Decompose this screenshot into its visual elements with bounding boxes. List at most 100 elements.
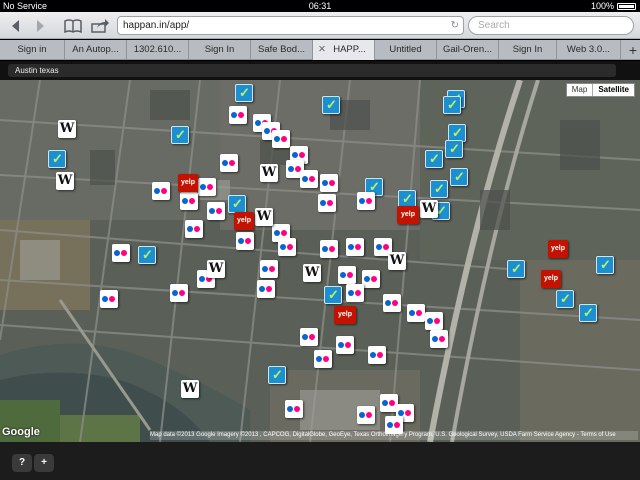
forward-button[interactable]: [30, 15, 52, 36]
wikipedia-marker[interactable]: W: [260, 164, 278, 182]
foursquare-marker[interactable]: [556, 290, 574, 308]
browser-toolbar: happan.in/app/ ↻ Search: [0, 12, 640, 39]
google-logo: Google: [2, 426, 40, 438]
location-text: Austin texas: [15, 66, 59, 75]
yelp-marker[interactable]: yelp: [397, 206, 419, 224]
close-tab-icon[interactable]: ✕: [318, 40, 326, 60]
tab-4[interactable]: Safe Bod...: [251, 40, 313, 60]
flickr-marker[interactable]: [220, 154, 238, 172]
help-button[interactable]: ?: [12, 454, 32, 472]
flickr-marker[interactable]: [346, 284, 364, 302]
tab-7[interactable]: Gail-Oren...: [437, 40, 499, 60]
url-text: happan.in/app/: [123, 20, 190, 31]
wikipedia-marker[interactable]: W: [207, 260, 225, 278]
wikipedia-marker[interactable]: W: [255, 208, 273, 226]
wikipedia-marker[interactable]: W: [303, 264, 321, 282]
foursquare-marker[interactable]: [430, 180, 448, 198]
flickr-marker[interactable]: [112, 244, 130, 262]
foursquare-marker[interactable]: [268, 366, 286, 384]
foursquare-marker[interactable]: [450, 168, 468, 186]
foursquare-marker[interactable]: [324, 286, 342, 304]
flickr-marker[interactable]: [320, 174, 338, 192]
foursquare-marker[interactable]: [596, 256, 614, 274]
flickr-marker[interactable]: [346, 238, 364, 256]
flickr-marker[interactable]: [336, 336, 354, 354]
tab-6[interactable]: Untitled: [375, 40, 437, 60]
flickr-marker[interactable]: [300, 170, 318, 188]
tab-9[interactable]: Web 3.0...: [557, 40, 621, 60]
foursquare-marker[interactable]: [322, 96, 340, 114]
flickr-marker[interactable]: [300, 328, 318, 346]
wikipedia-marker[interactable]: W: [181, 380, 199, 398]
flickr-marker[interactable]: [314, 350, 332, 368]
yelp-marker[interactable]: yelp: [234, 212, 254, 230]
yelp-marker[interactable]: yelp: [548, 240, 568, 258]
flickr-marker[interactable]: [180, 192, 198, 210]
flickr-marker[interactable]: [198, 178, 216, 196]
yelp-marker[interactable]: yelp: [541, 270, 561, 288]
flickr-marker[interactable]: [357, 406, 375, 424]
satellite-map[interactable]: W W W W W W W W W yelp yelp yelp yelp ye…: [0, 80, 640, 442]
flickr-marker[interactable]: [229, 106, 247, 124]
share-button[interactable]: [88, 15, 112, 36]
search-input[interactable]: Search: [468, 16, 634, 35]
wikipedia-marker[interactable]: W: [420, 200, 438, 218]
tab-3[interactable]: Sign In: [189, 40, 251, 60]
foursquare-marker[interactable]: [579, 304, 597, 322]
share-icon: [91, 19, 109, 33]
foursquare-marker[interactable]: [138, 246, 156, 264]
yelp-marker[interactable]: yelp: [178, 174, 198, 192]
new-tab-button[interactable]: +: [629, 40, 637, 60]
wikipedia-marker[interactable]: W: [58, 120, 76, 138]
flickr-marker[interactable]: [338, 266, 356, 284]
yelp-marker[interactable]: yelp: [334, 306, 356, 324]
foursquare-marker[interactable]: [507, 260, 525, 278]
foursquare-marker[interactable]: [443, 96, 461, 114]
reload-icon[interactable]: ↻: [451, 17, 459, 34]
flickr-marker[interactable]: [383, 294, 401, 312]
foursquare-marker[interactable]: [235, 84, 253, 102]
foursquare-marker[interactable]: [228, 195, 246, 213]
flickr-marker[interactable]: [100, 290, 118, 308]
flickr-marker[interactable]: [285, 400, 303, 418]
foursquare-marker[interactable]: [48, 150, 66, 168]
battery-icon: [617, 3, 636, 10]
tab-0[interactable]: Sign in: [0, 40, 65, 60]
flickr-marker[interactable]: [278, 238, 296, 256]
flickr-marker[interactable]: [368, 346, 386, 364]
status-bar: No Service 06:31 100%: [0, 0, 640, 12]
foursquare-marker[interactable]: [171, 126, 189, 144]
flickr-marker[interactable]: [260, 260, 278, 278]
tab-8[interactable]: Sign In: [499, 40, 557, 60]
map-type-satellite-button[interactable]: Satellite: [592, 84, 634, 96]
flickr-marker[interactable]: [170, 284, 188, 302]
foursquare-marker[interactable]: [425, 150, 443, 168]
add-button[interactable]: +: [34, 454, 54, 472]
tab-5-active[interactable]: ✕ HAPP...: [313, 40, 375, 60]
wikipedia-marker[interactable]: W: [388, 252, 406, 270]
flickr-marker[interactable]: [407, 304, 425, 322]
flickr-marker[interactable]: [362, 270, 380, 288]
tab-1[interactable]: An Autop...: [65, 40, 127, 60]
flickr-marker[interactable]: [318, 194, 336, 212]
flickr-marker[interactable]: [207, 202, 225, 220]
flickr-marker[interactable]: [430, 330, 448, 348]
flickr-marker[interactable]: [257, 280, 275, 298]
foursquare-marker[interactable]: [445, 140, 463, 158]
location-input[interactable]: Austin texas: [8, 64, 616, 77]
map-type-map-button[interactable]: Map: [567, 84, 593, 96]
address-bar[interactable]: happan.in/app/ ↻: [117, 16, 464, 35]
flickr-marker[interactable]: [425, 312, 443, 330]
tab-2[interactable]: 1302.610...: [127, 40, 189, 60]
flickr-marker[interactable]: [357, 192, 375, 210]
wikipedia-marker[interactable]: W: [56, 172, 74, 190]
clock: 06:31: [308, 1, 332, 11]
flickr-marker[interactable]: [272, 130, 290, 148]
flickr-marker[interactable]: [320, 240, 338, 258]
tab-bar: Sign in An Autop... 1302.610... Sign In …: [0, 40, 640, 60]
back-button[interactable]: [4, 15, 26, 36]
flickr-marker[interactable]: [185, 220, 203, 238]
flickr-marker[interactable]: [152, 182, 170, 200]
flickr-marker[interactable]: [236, 232, 254, 250]
bookmarks-button[interactable]: [60, 15, 86, 36]
